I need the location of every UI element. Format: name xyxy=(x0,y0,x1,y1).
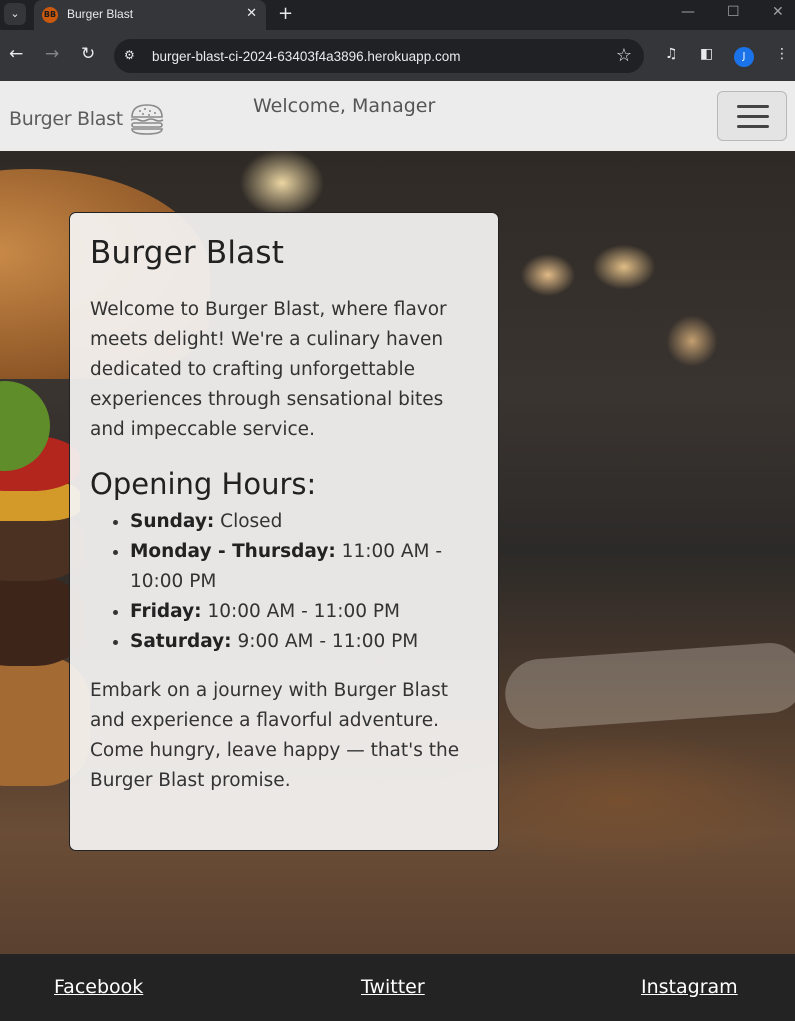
hero-background: Burger Blast Welcome to Burger Blast, wh… xyxy=(0,151,795,954)
navbar-toggle-button[interactable] xyxy=(717,91,787,141)
hours-item: Monday - Thursday: 11:00 AM - 10:00 PM xyxy=(130,537,478,597)
media-control-icon[interactable]: ♫ xyxy=(665,46,678,62)
url-text: burger-blast-ci-2024-63403f4a3896.heroku… xyxy=(152,49,461,64)
back-icon[interactable]: ← xyxy=(9,44,23,64)
tab-title: Burger Blast xyxy=(67,7,134,21)
profile-avatar[interactable]: J xyxy=(734,47,754,67)
hamburger-bar-icon xyxy=(737,115,769,118)
hamburger-bar-icon xyxy=(737,125,769,128)
site-logo[interactable]: Burger Blast xyxy=(9,101,165,137)
hours-time: 10:00 AM - 11:00 PM xyxy=(207,601,400,622)
address-bar[interactable]: ⚙ burger-blast-ci-2024-63403f4a3896.hero… xyxy=(114,39,644,73)
card-title: Burger Blast xyxy=(90,235,285,271)
outro-text: Embark on a journey with Burger Blast an… xyxy=(90,680,460,791)
new-tab-icon[interactable]: + xyxy=(278,3,293,25)
page-viewport: Burger Blast Welcome, Manager Burger Bla… xyxy=(0,81,795,1021)
bookmark-star-icon[interactable]: ☆ xyxy=(616,45,632,66)
minimize-icon[interactable]: — xyxy=(681,4,695,20)
logo-text: Burger Blast xyxy=(9,108,123,130)
forward-icon[interactable]: → xyxy=(45,44,59,64)
instagram-link[interactable]: Instagram xyxy=(641,976,738,998)
browser-menu-icon[interactable]: ⋮ xyxy=(775,46,789,62)
hours-time: 9:00 AM - 11:00 PM xyxy=(237,631,419,652)
hours-item: Friday: 10:00 AM - 11:00 PM xyxy=(130,597,478,627)
maximize-icon[interactable]: ☐ xyxy=(727,4,740,20)
browser-tab[interactable]: BB Burger Blast ✕ xyxy=(34,0,266,30)
site-header: Burger Blast Welcome, Manager xyxy=(0,81,795,151)
favicon-icon: BB xyxy=(42,7,58,23)
site-footer: Facebook Twitter Instagram xyxy=(0,954,795,1021)
hours-day: Monday - Thursday: xyxy=(130,541,336,562)
burger-logo-icon xyxy=(130,104,164,135)
facebook-link[interactable]: Facebook xyxy=(54,976,143,998)
twitter-link[interactable]: Twitter xyxy=(361,976,425,998)
site-settings-icon[interactable]: ⚙ xyxy=(124,48,135,62)
side-panel-icon[interactable]: ◧ xyxy=(700,46,713,62)
window-close-icon[interactable]: ✕ xyxy=(772,4,784,20)
hours-time: Closed xyxy=(220,511,283,532)
opening-hours-title: Opening Hours: xyxy=(90,467,317,501)
about-card: Burger Blast Welcome to Burger Blast, wh… xyxy=(69,212,499,851)
hamburger-bar-icon xyxy=(737,105,769,108)
tab-close-icon[interactable]: ✕ xyxy=(246,6,257,21)
opening-hours-list: Sunday: Closed Monday - Thursday: 11:00 … xyxy=(90,507,478,657)
hours-day: Saturday: xyxy=(130,631,232,652)
hours-day: Sunday: xyxy=(130,511,215,532)
plate-decoration xyxy=(502,640,795,732)
hours-item: Saturday: 9:00 AM - 11:00 PM xyxy=(130,627,478,657)
hours-day: Friday: xyxy=(130,601,202,622)
intro-text: Welcome to Burger Blast, where flavor me… xyxy=(90,299,447,440)
browser-toolbar: ← → ↻ ⚙ burger-blast-ci-2024-63403f4a389… xyxy=(0,30,795,81)
reload-icon[interactable]: ↻ xyxy=(81,44,95,64)
hours-item: Sunday: Closed xyxy=(130,507,478,537)
browser-tabbar: ⌄ BB Burger Blast ✕ + — ☐ ✕ xyxy=(0,0,795,30)
welcome-message: Welcome, Manager xyxy=(253,95,436,117)
tab-search-icon[interactable]: ⌄ xyxy=(4,3,26,25)
